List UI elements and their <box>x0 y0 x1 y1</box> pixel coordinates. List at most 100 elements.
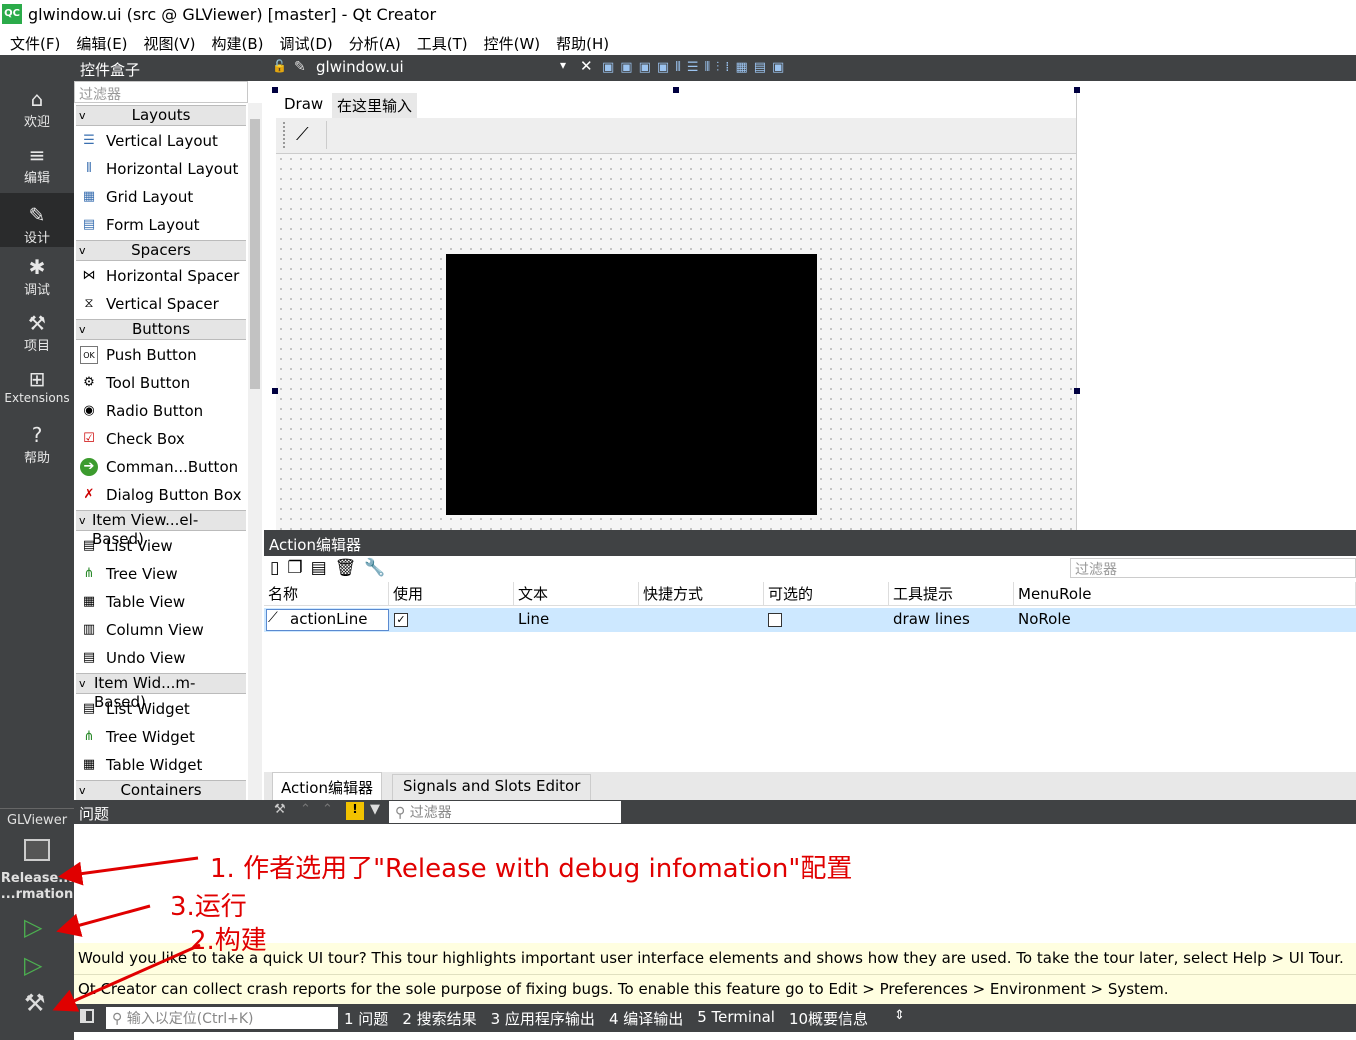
col-checkable[interactable]: 可选的 <box>764 582 889 606</box>
resize-handle-l[interactable] <box>272 388 278 394</box>
resize-handle-r[interactable] <box>1074 388 1080 394</box>
table-row[interactable]: ⟋ actionLine ✓ Line draw lines NoRole <box>264 608 1356 632</box>
item-undo-view[interactable]: ▤ Undo View <box>76 644 246 672</box>
item-vertical-spacer[interactable]: ⧖ Vertical Spacer <box>76 290 246 318</box>
edit-widgets-icon[interactable]: ▣ <box>602 60 614 75</box>
delete-action-icon[interactable]: 🗑 <box>335 558 357 578</box>
mode-projects[interactable]: ⚒ 项目 <box>0 311 74 363</box>
category-layouts[interactable]: v Layouts <box>76 105 246 126</box>
resize-handle-t[interactable] <box>673 87 679 93</box>
menu-build[interactable]: 构建(B) <box>208 29 268 55</box>
chevron-down-icon[interactable]: ▾ <box>560 58 566 72</box>
category-item-widgets[interactable]: v Item Wid...m-Based) <box>76 673 246 711</box>
item-table-view[interactable]: ▦ Table View <box>76 588 246 616</box>
configure-icon[interactable]: 🔧 <box>364 558 385 578</box>
item-command-link-button[interactable]: ➔ Comman...Button <box>76 453 246 481</box>
menu-view[interactable]: 视图(V) <box>140 29 200 55</box>
toolbar-grip[interactable] <box>283 122 287 148</box>
break-layout-icon[interactable]: ▤ <box>754 60 766 75</box>
mode-help[interactable]: ? 帮助 <box>0 423 74 475</box>
lay-out-horizontally-icon[interactable]: ⦀ <box>675 60 681 75</box>
item-push-button[interactable]: OK Push Button <box>76 341 246 369</box>
tab-signals-slots[interactable]: Signals and Slots Editor <box>392 774 592 800</box>
widget-box-scroll-thumb[interactable] <box>250 119 260 389</box>
resize-handle-tl[interactable] <box>272 87 278 93</box>
menu-file[interactable]: 文件(F) <box>6 29 64 55</box>
action-filter-input[interactable]: 过滤器 <box>1070 558 1356 578</box>
next-issue-icon[interactable]: ⌃ <box>322 802 333 817</box>
pane-terminal[interactable]: 5 Terminal <box>697 1008 775 1029</box>
col-shortcut[interactable]: 快捷方式 <box>639 582 764 606</box>
warning-icon[interactable]: ! <box>346 802 364 820</box>
issues-filter-input[interactable]: ⚲ 过滤器 <box>389 801 621 823</box>
item-check-box[interactable]: ☑ Check Box <box>76 425 246 453</box>
item-horizontal-spacer[interactable]: ⋈ Horizontal Spacer <box>76 262 246 290</box>
menu-tools[interactable]: 工具(T) <box>413 29 472 55</box>
item-tree-view[interactable]: ⋔ Tree View <box>76 560 246 588</box>
item-table-widget[interactable]: ▦ Table Widget <box>76 751 246 779</box>
locator-input[interactable]: ⚲ 输入以定位(Ctrl+K) <box>106 1007 338 1029</box>
filter-options-icon[interactable]: ⚒ <box>274 802 286 817</box>
category-containers[interactable]: v Containers <box>76 780 246 801</box>
mode-welcome[interactable]: ⌂ 欢迎 <box>0 87 74 139</box>
checkable-checkbox[interactable] <box>768 613 782 627</box>
new-action-icon[interactable]: ▯ <box>270 558 279 578</box>
item-radio-button[interactable]: ◉ Radio Button <box>76 397 246 425</box>
mode-design[interactable]: ✎ 设计 <box>0 193 74 247</box>
col-tooltip[interactable]: 工具提示 <box>889 582 1014 606</box>
pane-compile-output[interactable]: 4 编译输出 <box>609 1008 683 1029</box>
updown-arrows-icon[interactable]: ⇕ <box>894 1008 905 1023</box>
item-vertical-layout[interactable]: ☰ Vertical Layout <box>76 127 246 155</box>
pane-application-output[interactable]: 3 应用程序输出 <box>491 1008 595 1029</box>
debug-run-icon[interactable]: ▷ <box>24 951 42 979</box>
copy-action-icon[interactable]: ❐ <box>287 558 302 578</box>
menu-analyze[interactable]: 分析(A) <box>345 29 405 55</box>
pane-issues[interactable]: 1 问题 <box>344 1008 388 1029</box>
prev-issue-icon[interactable]: ⌃ <box>300 802 311 817</box>
run-icon[interactable]: ▷ <box>24 913 42 941</box>
funnel-icon[interactable]: ▼ <box>370 802 380 817</box>
edit-buddies-icon[interactable]: ▣ <box>639 60 651 75</box>
menu-debug[interactable]: 调试(D) <box>276 29 337 55</box>
adjust-size-icon[interactable]: ▣ <box>772 60 784 75</box>
item-list-view[interactable]: ▤ List View <box>76 532 246 560</box>
draw-line-icon[interactable]: ⟋ <box>296 124 309 145</box>
edit-tab-order-icon[interactable]: ▣ <box>657 60 669 75</box>
build-hammer-icon[interactable]: ⚒ <box>24 989 46 1017</box>
widget-box-filter[interactable]: 过滤器 <box>74 81 248 103</box>
category-item-views[interactable]: v Item View...el-Based) <box>76 510 246 548</box>
menu-edit[interactable]: 编辑(E) <box>72 29 131 55</box>
build-config-line2[interactable]: ...rmation <box>0 887 74 902</box>
category-buttons[interactable]: v Buttons <box>76 319 246 340</box>
col-used[interactable]: 使用 <box>389 582 514 606</box>
item-list-widget[interactable]: ▤ List Widget <box>76 695 246 723</box>
col-text[interactable]: 文本 <box>514 582 639 606</box>
resize-handle-tr[interactable] <box>1074 87 1080 93</box>
pane-search-results[interactable]: 2 搜索结果 <box>402 1008 476 1029</box>
used-checkbox[interactable]: ✓ <box>394 613 408 627</box>
lay-out-v-splitter-icon[interactable]: ⫶ <box>716 60 719 75</box>
lay-out-h-splitter-icon[interactable]: ⫴ <box>705 60 710 75</box>
item-grid-layout[interactable]: ▦ Grid Layout <box>76 183 246 211</box>
lay-out-vertically-icon[interactable]: ☰ <box>687 60 699 75</box>
mode-extensions[interactable]: ⊞ Extensions <box>0 367 74 419</box>
item-form-layout[interactable]: ▤ Form Layout <box>76 211 246 239</box>
open-file-name[interactable]: glwindow.ui <box>316 58 404 76</box>
mode-debug[interactable]: ✱ 调试 <box>0 255 74 307</box>
paste-action-icon[interactable]: ▤ <box>311 558 327 578</box>
lay-out-form-icon[interactable]: ⁞ <box>725 60 729 75</box>
menu-controls[interactable]: 控件(W) <box>480 29 545 55</box>
lay-out-grid-icon[interactable]: ▦ <box>735 60 747 75</box>
edit-signals-icon[interactable]: ▣ <box>620 60 632 75</box>
item-tree-widget[interactable]: ⋔ Tree Widget <box>76 723 246 751</box>
item-dialog-button-box[interactable]: ✗ Dialog Button Box <box>76 481 246 509</box>
opengl-widget[interactable] <box>446 254 817 515</box>
toggle-sidebar-icon[interactable] <box>80 1009 94 1023</box>
mode-edit[interactable]: ≡ 编辑 <box>0 143 74 195</box>
col-name[interactable]: 名称 <box>264 582 389 606</box>
tab-action-editor[interactable]: Action编辑器 <box>272 772 382 800</box>
col-menurole[interactable]: MenuRole <box>1014 582 1356 606</box>
menu-type-here[interactable]: 在这里输入 <box>332 93 418 118</box>
close-document-icon[interactable]: ✕ <box>580 57 593 75</box>
item-horizontal-layout[interactable]: ⦀ Horizontal Layout <box>76 155 246 183</box>
